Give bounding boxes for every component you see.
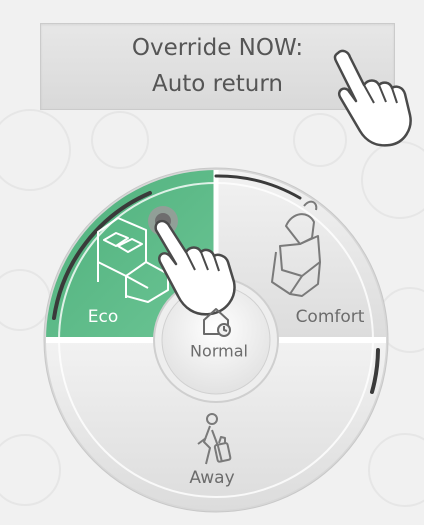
mode-label-normal[interactable]: Normal: [190, 342, 248, 361]
mode-label-eco[interactable]: Eco: [88, 307, 119, 327]
mode-dial: [43, 167, 389, 513]
mode-label-away[interactable]: Away: [189, 468, 234, 488]
mode-label-comfort[interactable]: Comfort: [296, 307, 365, 327]
